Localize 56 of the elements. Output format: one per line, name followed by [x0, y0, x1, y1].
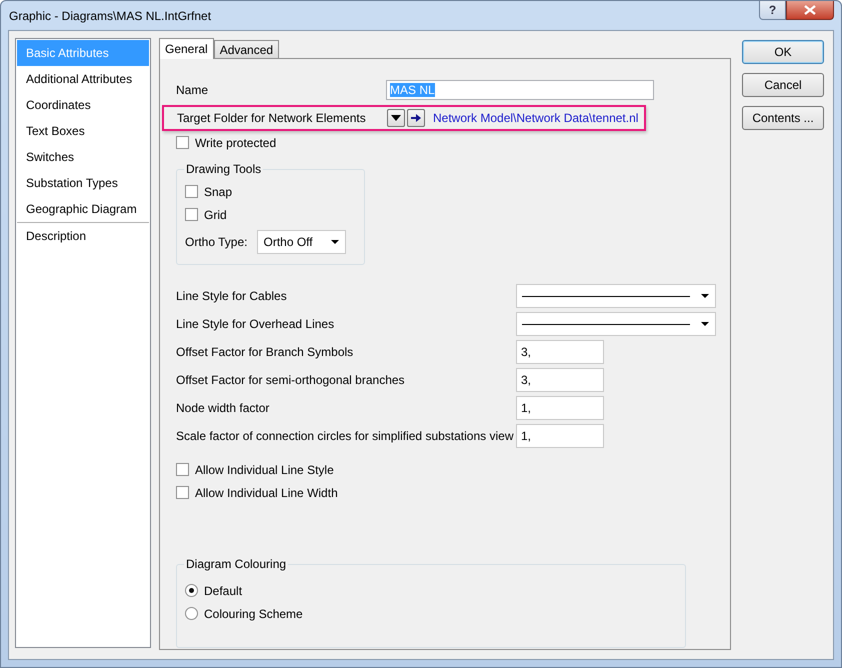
caret-icon: [391, 115, 401, 121]
field-label: Target Folder for Network Elements: [177, 111, 367, 125]
folder-link[interactable]: Network Model\Network Data\tennet.nl: [433, 111, 638, 125]
line-style-dropdown[interactable]: [516, 312, 716, 336]
field-label: Name: [176, 83, 210, 97]
field-label: Line Style for Overhead Lines: [176, 317, 336, 331]
arrow-icon: [411, 114, 421, 122]
caret-icon: [701, 294, 709, 298]
checkbox[interactable]: [176, 463, 189, 476]
checkbox[interactable]: [176, 136, 189, 149]
radio-label: Default: [204, 584, 242, 598]
checkbox-label: Write protected: [195, 136, 276, 150]
checkbox[interactable]: [185, 208, 198, 221]
caret-icon: [331, 240, 340, 244]
caret-icon: [701, 322, 709, 326]
field-label: Line Style for Cables: [176, 289, 288, 303]
checkbox-label: Grid: [204, 208, 227, 222]
dialog-button[interactable]: OK: [742, 40, 824, 64]
dialog-button[interactable]: Cancel: [742, 73, 824, 97]
checkbox-label: Allow Individual Line Style: [195, 462, 334, 476]
dialog-button[interactable]: Contents ...: [742, 106, 824, 130]
checkbox[interactable]: [185, 185, 198, 198]
radio-button[interactable]: [185, 584, 198, 597]
sidebar-item[interactable]: Text Boxes: [17, 118, 149, 144]
input-field[interactable]: 1,: [516, 424, 604, 448]
input-field[interactable]: 3,: [516, 368, 604, 392]
jump-button[interactable]: [407, 109, 425, 127]
input-field[interactable]: 1,: [516, 396, 604, 420]
field-label: Offset Factor for Branch Symbols: [176, 345, 354, 359]
close-button[interactable]: [786, 1, 834, 20]
radio-button[interactable]: [185, 607, 198, 620]
close-icon: [804, 5, 816, 15]
checkbox[interactable]: [176, 486, 189, 499]
sidebar-item[interactable]: Geographic Diagram: [17, 196, 149, 222]
sidebar-item[interactable]: Description: [17, 223, 149, 249]
window-title: Graphic - Diagrams\MAS NL.IntGrfnet: [8, 8, 212, 22]
group-title: Diagram Colouring: [184, 557, 288, 571]
sidebar-item[interactable]: Additional Attributes: [17, 66, 149, 92]
dropdown-button[interactable]: [387, 109, 405, 127]
sidebar-item[interactable]: Coordinates: [17, 92, 149, 118]
sidebar-item[interactable]: Switches: [17, 144, 149, 170]
line-style-dropdown[interactable]: [516, 284, 716, 308]
sidebar-item[interactable]: Substation Types: [17, 170, 149, 196]
group-title: Drawing Tools: [184, 162, 264, 176]
tab[interactable]: General: [159, 38, 214, 59]
radio-label: Colouring Scheme: [204, 606, 303, 620]
field-label: Offset Factor for semi-orthogonal branches: [176, 373, 406, 387]
tab[interactable]: Advanced: [214, 40, 280, 58]
help-button[interactable]: ?: [759, 1, 786, 20]
checkbox-label: Allow Individual Line Width: [195, 486, 338, 500]
field-label: Scale factor of connection circles for simplified substations view: [176, 429, 514, 443]
field-label: Ortho Type:: [185, 235, 248, 249]
input-field[interactable]: 3,: [516, 340, 604, 364]
field-label: Node width factor: [176, 401, 270, 415]
checkbox-label: Snap: [204, 184, 232, 198]
ortho-dropdown[interactable]: Ortho Off: [257, 230, 346, 254]
